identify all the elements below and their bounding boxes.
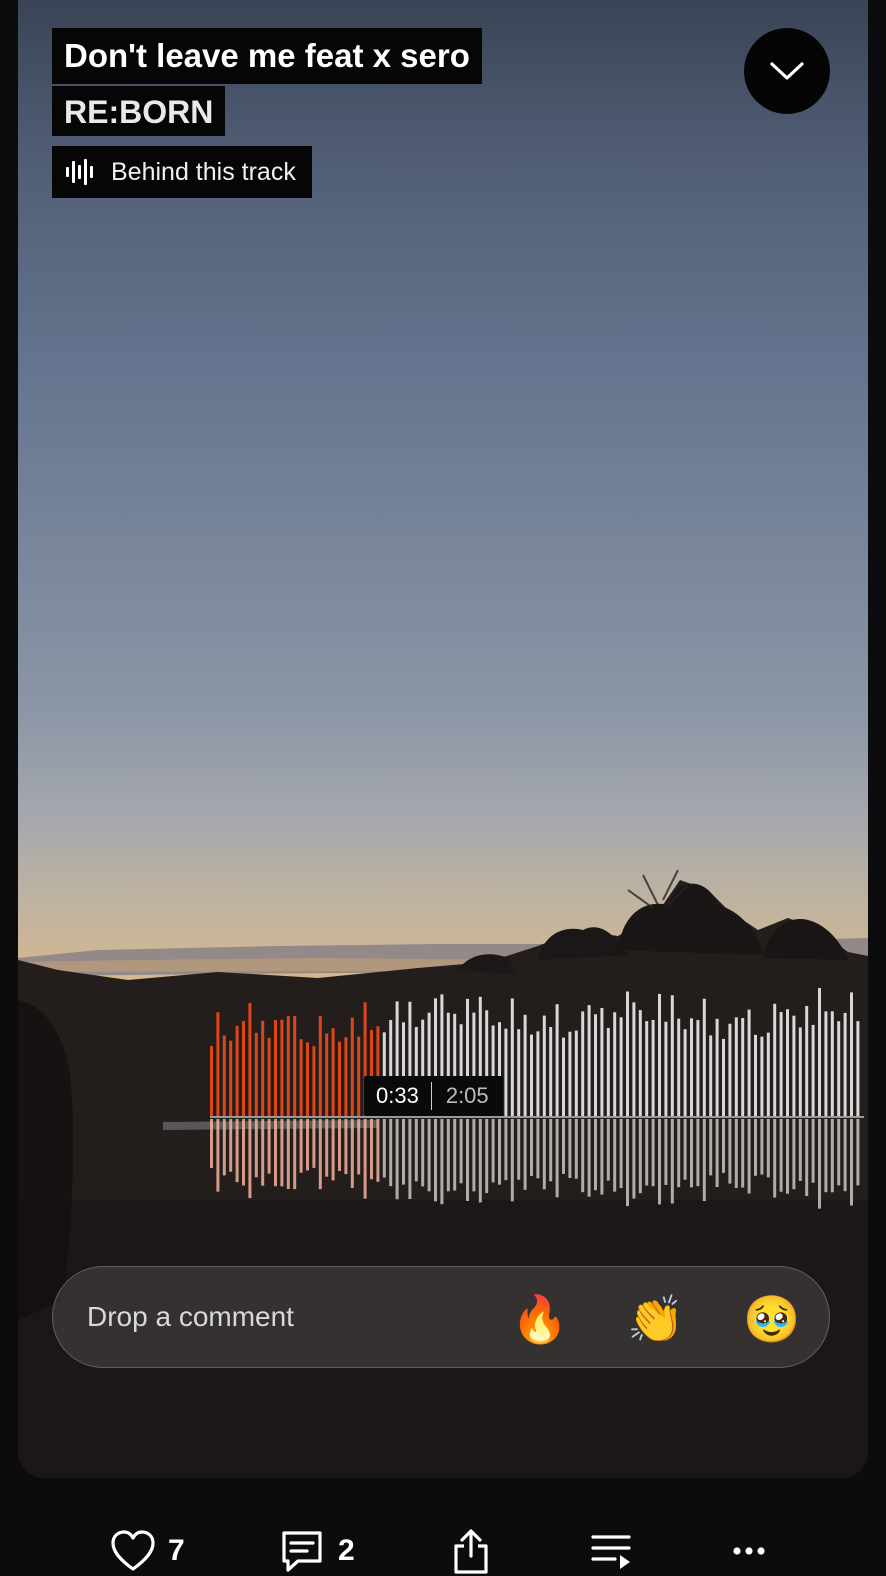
waveform-icon bbox=[66, 146, 93, 198]
queue-button[interactable] bbox=[590, 1526, 632, 1576]
behind-this-track-button[interactable]: Behind this track bbox=[52, 146, 312, 198]
more-options-button[interactable] bbox=[732, 1526, 766, 1576]
track-artwork bbox=[18, 0, 868, 1478]
comments-button[interactable]: 2 bbox=[280, 1526, 355, 1576]
comment-icon bbox=[282, 1531, 322, 1572]
clap-reaction-button[interactable]: 👏 bbox=[627, 1289, 684, 1349]
comment-input[interactable]: Drop a comment bbox=[87, 1301, 294, 1333]
share-button[interactable] bbox=[452, 1526, 490, 1576]
collapse-player-button[interactable] bbox=[744, 28, 830, 114]
behind-this-track-label: Behind this track bbox=[111, 158, 296, 186]
heart-icon bbox=[111, 1530, 155, 1571]
artwork-landscape bbox=[18, 869, 868, 1478]
total-time: 2:05 bbox=[445, 1083, 489, 1108]
current-time: 0:33 bbox=[376, 1083, 419, 1108]
fire-reaction-button[interactable]: 🔥 bbox=[511, 1289, 568, 1349]
track-title[interactable]: Don't leave me feat x sero bbox=[52, 28, 482, 84]
chevron-down-icon bbox=[770, 62, 804, 80]
queue-icon bbox=[591, 1535, 631, 1569]
share-icon bbox=[454, 1529, 488, 1574]
player-screen: Don't leave me feat x sero RE:BORN Behin… bbox=[0, 0, 886, 1576]
playback-time: 0:33 2:05 bbox=[364, 1076, 503, 1116]
more-icon bbox=[733, 1547, 765, 1555]
comment-count: 2 bbox=[338, 1534, 355, 1567]
teary-reaction-button[interactable]: 🥹 bbox=[743, 1289, 800, 1349]
like-count: 7 bbox=[168, 1534, 185, 1567]
comment-bar[interactable]: Drop a comment 🔥 👏 🥹 bbox=[52, 1266, 830, 1368]
artist-name[interactable]: RE:BORN bbox=[52, 86, 226, 136]
like-button[interactable]: 7 bbox=[110, 1526, 185, 1576]
